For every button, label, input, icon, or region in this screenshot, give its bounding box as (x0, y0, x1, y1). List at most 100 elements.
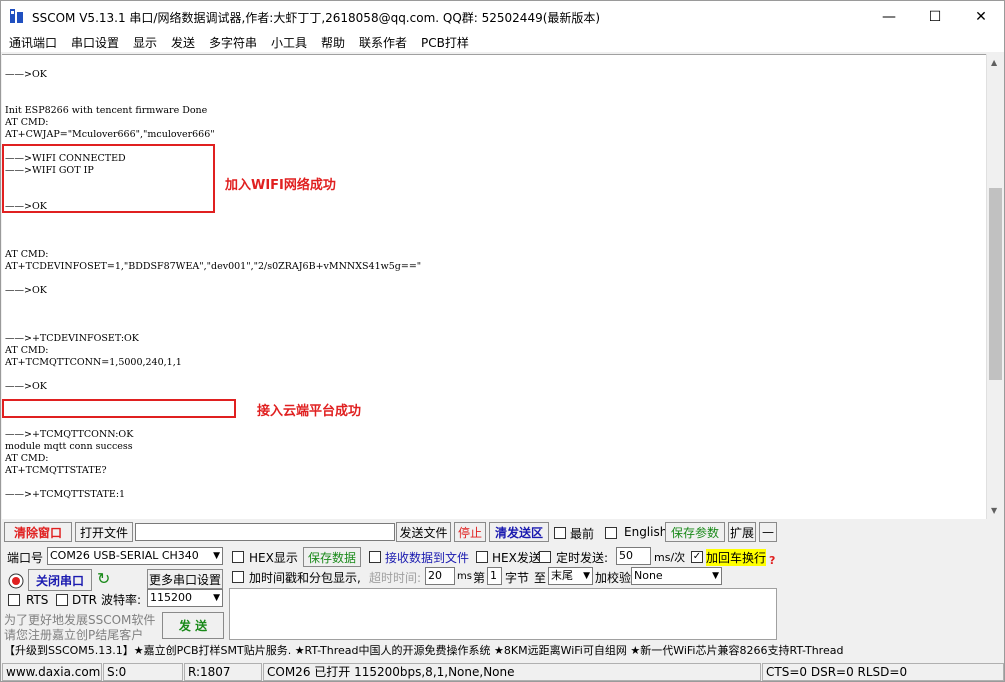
byte-field[interactable]: 1 (487, 567, 502, 585)
timeout-field[interactable]: 20 (425, 567, 455, 585)
terminal-line: AT+TCMQTTCONN=1,5000,240,1,1 (5, 357, 182, 368)
scroll-up-icon[interactable]: ▲ (991, 58, 997, 67)
port-select[interactable]: COM26 USB-SERIAL CH340 (47, 547, 223, 565)
menu-multi-string[interactable]: 多字符串 (209, 34, 257, 51)
cloud-annotation: 接入云端平台成功 (257, 404, 362, 419)
hex-send-label: HEX发送 (492, 551, 541, 565)
terminal-line: AT+TCDEVINFOSET=1,"BDDSF87WEA","dev001",… (5, 261, 422, 272)
save-data-button[interactable]: 保存数据 (303, 547, 361, 567)
append-crlf-checkbox[interactable]: ✓ (691, 551, 703, 563)
send-file-button[interactable]: 发送文件 (396, 522, 451, 542)
timeout-unit: ms (457, 571, 472, 582)
terminal-line: AT CMD: (5, 345, 49, 356)
hex-display-checkbox[interactable] (232, 551, 244, 563)
stop-button[interactable]: 停止 (454, 522, 486, 542)
terminal-line: module mqtt conn success (5, 441, 133, 452)
terminal-line: ——>+TCMQTTCONN:OK (5, 429, 134, 440)
timestamp-label: 加时间戳和分包显示, (249, 571, 361, 585)
terminal-scrollbar[interactable]: ▲ ▼ (986, 54, 1003, 519)
file-path-field[interactable] (135, 523, 395, 541)
end-select[interactable]: 末尾 (548, 567, 593, 585)
rts-label: RTS (26, 593, 49, 607)
send-textarea[interactable] (229, 588, 777, 640)
minimize-button[interactable]: — (866, 1, 912, 32)
interval-field[interactable]: 50 (616, 547, 651, 565)
save-params-button[interactable]: 保存参数 (665, 522, 725, 542)
menu-contact[interactable]: 联系作者 (359, 34, 407, 51)
status-lines: CTS=0 DSR=0 RLSD=0 (762, 663, 1004, 681)
terminal-line: ——>+TCDEVINFOSET:OK (5, 333, 139, 344)
baud-select[interactable]: 115200 (147, 589, 223, 607)
cloud-highlight-box (2, 399, 236, 418)
more-settings-button[interactable]: 更多串口设置 (147, 569, 223, 589)
refresh-icon[interactable]: ↻ (97, 569, 110, 588)
interval-unit: ms/次 (654, 551, 686, 564)
clear-window-button[interactable]: 清除窗口 (4, 522, 72, 542)
menu-display[interactable]: 显示 (133, 34, 157, 51)
record-icon (8, 573, 24, 589)
title-bar: SSCOM V5.13.1 串口/网络数据调试器,作者:大虾丁丁,2618058… (1, 1, 1004, 32)
terminal-line: ——>+TCMQTTSTATE:1 (5, 489, 126, 500)
action-toolbar: 清除窗口 打开文件 发送文件 停止 清发送区 最前 English 保存参数 扩… (1, 522, 1004, 544)
recv-to-file-checkbox[interactable] (369, 551, 381, 563)
byte-suffix: 字节 (505, 571, 530, 585)
status-sent: S:0 (103, 663, 183, 681)
terminal-line: ——>OK (5, 381, 47, 392)
terminal-line: AT+TCMQTTSTATE? (5, 465, 107, 476)
checksum-select[interactable]: None (631, 567, 722, 585)
close-button[interactable]: ✕ (958, 1, 1004, 32)
timed-send-label: 定时发送: (556, 551, 609, 565)
menu-bar: 通讯端口 串口设置 显示 发送 多字符串 小工具 帮助 联系作者 PCB打样 (1, 32, 1004, 52)
terminal-line: ——>OK (5, 285, 47, 296)
english-label: English (624, 525, 668, 539)
timeout-label: 超时时间: (369, 571, 422, 585)
status-port: COM26 已打开 115200bps,8,1,None,None (263, 663, 761, 681)
wifi-highlight-box (2, 144, 215, 213)
menu-send[interactable]: 发送 (171, 34, 195, 51)
receive-terminal[interactable]: ——>OK Init ESP8266 with tencent firmware … (2, 54, 986, 519)
scroll-down-icon[interactable]: ▼ (991, 506, 997, 515)
dtr-label: DTR (72, 593, 97, 607)
window-title: SSCOM V5.13.1 串口/网络数据调试器,作者:大虾丁丁,2618058… (32, 11, 601, 25)
port-label: 端口号 (7, 551, 44, 565)
wifi-annotation: 加入WIFI网络成功 (225, 178, 336, 193)
status-received: R:1807 (184, 663, 262, 681)
ad-ticker[interactable]: 【升级到SSCOM5.13.1】★嘉立创PCB打样SMT贴片服务. ★RT-Th… (1, 642, 1004, 660)
terminal-line: AT CMD: (5, 453, 49, 464)
checksum-label: 加校验 (595, 571, 632, 585)
rts-checkbox[interactable] (8, 594, 20, 606)
maximize-button[interactable]: ☐ (912, 1, 958, 32)
status-bar: www.daxia.com S:0 R:1807 COM26 已打开 11520… (1, 662, 1004, 682)
timestamp-checkbox[interactable] (232, 571, 244, 583)
menu-port-settings[interactable]: 串口设置 (71, 34, 119, 51)
byte-prefix: 第 (473, 571, 486, 585)
timed-send-checkbox[interactable] (539, 551, 551, 563)
baud-label: 波特率: (101, 593, 142, 607)
app-icon (10, 9, 23, 23)
open-file-button[interactable]: 打开文件 (75, 522, 133, 542)
collapse-button[interactable]: — (759, 522, 777, 542)
send-button[interactable]: 发 送 (162, 612, 224, 639)
help-icon[interactable]: ? (769, 554, 775, 567)
to-label: 至 (534, 571, 547, 585)
menu-pcb[interactable]: PCB打样 (421, 34, 469, 51)
terminal-line: AT+CWJAP="Mculover666","mculover666" (5, 129, 215, 140)
menu-comm-port[interactable]: 通讯端口 (9, 34, 57, 51)
clear-send-button[interactable]: 清发送区 (489, 522, 549, 542)
recv-to-file-label[interactable]: 接收数据到文件 (385, 549, 469, 566)
english-checkbox[interactable] (605, 527, 617, 539)
menu-tools[interactable]: 小工具 (271, 34, 307, 51)
scroll-thumb[interactable] (989, 188, 1002, 380)
terminal-line: AT CMD: (5, 249, 49, 260)
hex-send-checkbox[interactable] (476, 551, 488, 563)
last-label: 最前 (570, 527, 595, 541)
expand-button[interactable]: 扩展 (728, 522, 756, 542)
append-crlf-label: 加回车换行 (706, 549, 767, 566)
status-site[interactable]: www.daxia.com (2, 663, 102, 681)
terminal-line: ——>OK (5, 69, 47, 80)
menu-help[interactable]: 帮助 (321, 34, 345, 51)
dtr-checkbox[interactable] (56, 594, 68, 606)
last-checkbox[interactable] (554, 527, 566, 539)
close-port-button[interactable]: 关闭串口 (28, 569, 92, 591)
hex-display-label: HEX显示 (249, 551, 298, 565)
